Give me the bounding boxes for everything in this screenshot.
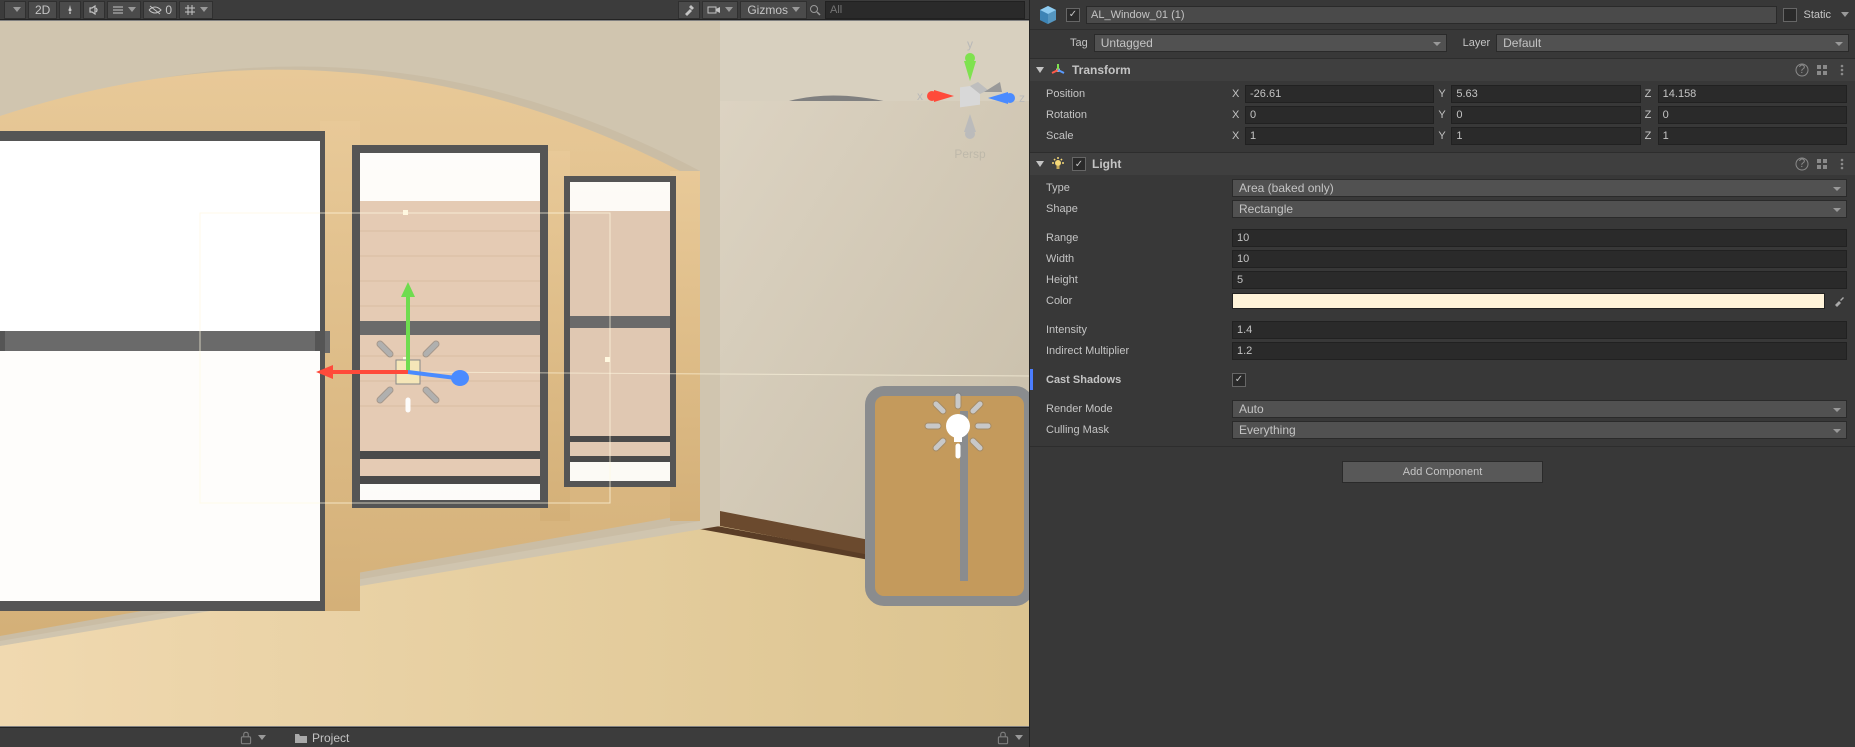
indirect-input[interactable] [1232, 342, 1847, 360]
scene-search-input[interactable] [825, 1, 1025, 19]
help-icon[interactable]: ? [1795, 157, 1809, 171]
help-icon[interactable]: ? [1795, 63, 1809, 77]
indirect-label: Indirect Multiplier [1038, 345, 1228, 357]
light-title: Light [1092, 157, 1789, 171]
audio-toggle-icon[interactable] [83, 1, 105, 19]
culling-mask-label: Culling Mask [1038, 424, 1228, 436]
rotation-x-input[interactable] [1245, 106, 1434, 124]
tools-icon[interactable] [678, 1, 700, 19]
light-enabled-checkbox[interactable] [1072, 157, 1086, 171]
width-label: Width [1038, 253, 1228, 265]
shape-dropdown[interactable]: Rectangle [1232, 200, 1847, 218]
render-mode-label: Render Mode [1038, 403, 1228, 415]
menu-icon[interactable] [1835, 157, 1849, 171]
preset-icon[interactable] [1815, 63, 1829, 77]
2d-toggle[interactable]: 2D [28, 1, 57, 19]
visibility-toggle[interactable]: 0 [143, 1, 177, 19]
position-x-input[interactable] [1245, 85, 1434, 103]
svg-text:?: ? [1799, 63, 1806, 76]
height-input[interactable] [1232, 271, 1847, 289]
svg-text:z: z [1019, 91, 1025, 105]
render-mode-dropdown[interactable]: Auto [1232, 400, 1847, 418]
scene-toolbar: 2D 0 [0, 0, 1029, 20]
svg-text:Persp: Persp [954, 147, 986, 161]
position-y-input[interactable] [1451, 85, 1640, 103]
active-checkbox[interactable] [1066, 8, 1080, 22]
inspector-panel: Static Tag Untagged Layer Default Transf… [1029, 0, 1855, 747]
gizmos-dropdown[interactable]: Gizmos [740, 1, 807, 19]
scene-viewport[interactable]: y x z Persp [0, 20, 1029, 727]
scale-label: Scale [1038, 130, 1228, 142]
range-input[interactable] [1232, 229, 1847, 247]
rotation-y-input[interactable] [1451, 106, 1640, 124]
fx-dropdown[interactable] [107, 1, 141, 19]
layer-label: Layer [1463, 37, 1491, 49]
light-gizmo-icon [928, 396, 988, 456]
layer-dropdown[interactable]: Default [1496, 34, 1849, 52]
search-icon [809, 4, 821, 16]
svg-text:y: y [967, 37, 973, 51]
eyedropper-icon[interactable] [1831, 293, 1847, 309]
transform-title: Transform [1072, 63, 1789, 77]
width-input[interactable] [1232, 250, 1847, 268]
project-tab[interactable]: Project [286, 731, 357, 745]
static-checkbox[interactable] [1783, 8, 1797, 22]
gameobject-icon[interactable] [1036, 3, 1060, 27]
svg-text:x: x [917, 89, 923, 103]
light-icon [1050, 156, 1066, 172]
static-dropdown[interactable] [1841, 12, 1849, 17]
cast-shadows-label: Cast Shadows [1038, 374, 1228, 386]
lock-icon[interactable] [238, 730, 254, 746]
preset-icon[interactable] [1815, 157, 1829, 171]
shaded-dropdown[interactable] [4, 1, 26, 19]
intensity-input[interactable] [1232, 321, 1847, 339]
light-component: Light ? Type Area (baked only) Shape Rec… [1030, 153, 1855, 447]
type-dropdown[interactable]: Area (baked only) [1232, 179, 1847, 197]
range-label: Range [1038, 232, 1228, 244]
foldout-icon[interactable] [1036, 161, 1044, 167]
cast-shadows-checkbox[interactable] [1232, 373, 1246, 387]
culling-mask-dropdown[interactable]: Everything [1232, 421, 1847, 439]
menu-icon[interactable] [1835, 63, 1849, 77]
rotation-z-input[interactable] [1658, 106, 1847, 124]
scale-y-input[interactable] [1451, 127, 1640, 145]
viewport-render: y x z Persp [0, 20, 1029, 727]
scene-search[interactable] [809, 1, 1025, 19]
rotation-label: Rotation [1038, 109, 1228, 121]
lighting-toggle-icon[interactable] [59, 1, 81, 19]
scale-z-input[interactable] [1658, 127, 1847, 145]
shape-label: Shape [1038, 203, 1228, 215]
grid-toggle-icon[interactable] [179, 1, 213, 19]
color-label: Color [1038, 295, 1228, 307]
lock-icon[interactable] [995, 730, 1011, 746]
add-component-button[interactable]: Add Component [1342, 461, 1544, 483]
position-z-input[interactable] [1658, 85, 1847, 103]
svg-text:?: ? [1799, 157, 1806, 170]
foldout-icon[interactable] [1036, 67, 1044, 73]
status-bar: Project [0, 727, 1029, 747]
transform-icon [1050, 62, 1066, 78]
object-name-input[interactable] [1086, 6, 1777, 24]
type-label: Type [1038, 182, 1228, 194]
color-swatch[interactable] [1232, 293, 1825, 309]
height-label: Height [1038, 274, 1228, 286]
intensity-label: Intensity [1038, 324, 1228, 336]
tag-dropdown[interactable]: Untagged [1094, 34, 1447, 52]
position-label: Position [1038, 88, 1228, 100]
inspector-header: Static [1030, 0, 1855, 30]
scale-x-input[interactable] [1245, 127, 1434, 145]
tag-label: Tag [1070, 37, 1088, 49]
static-label: Static [1803, 9, 1831, 21]
camera-dropdown-icon[interactable] [702, 1, 738, 19]
folder-icon [294, 732, 308, 744]
transform-component: Transform ? Position X Y Z Rota [1030, 59, 1855, 153]
scene-panel: 2D 0 [0, 0, 1029, 747]
